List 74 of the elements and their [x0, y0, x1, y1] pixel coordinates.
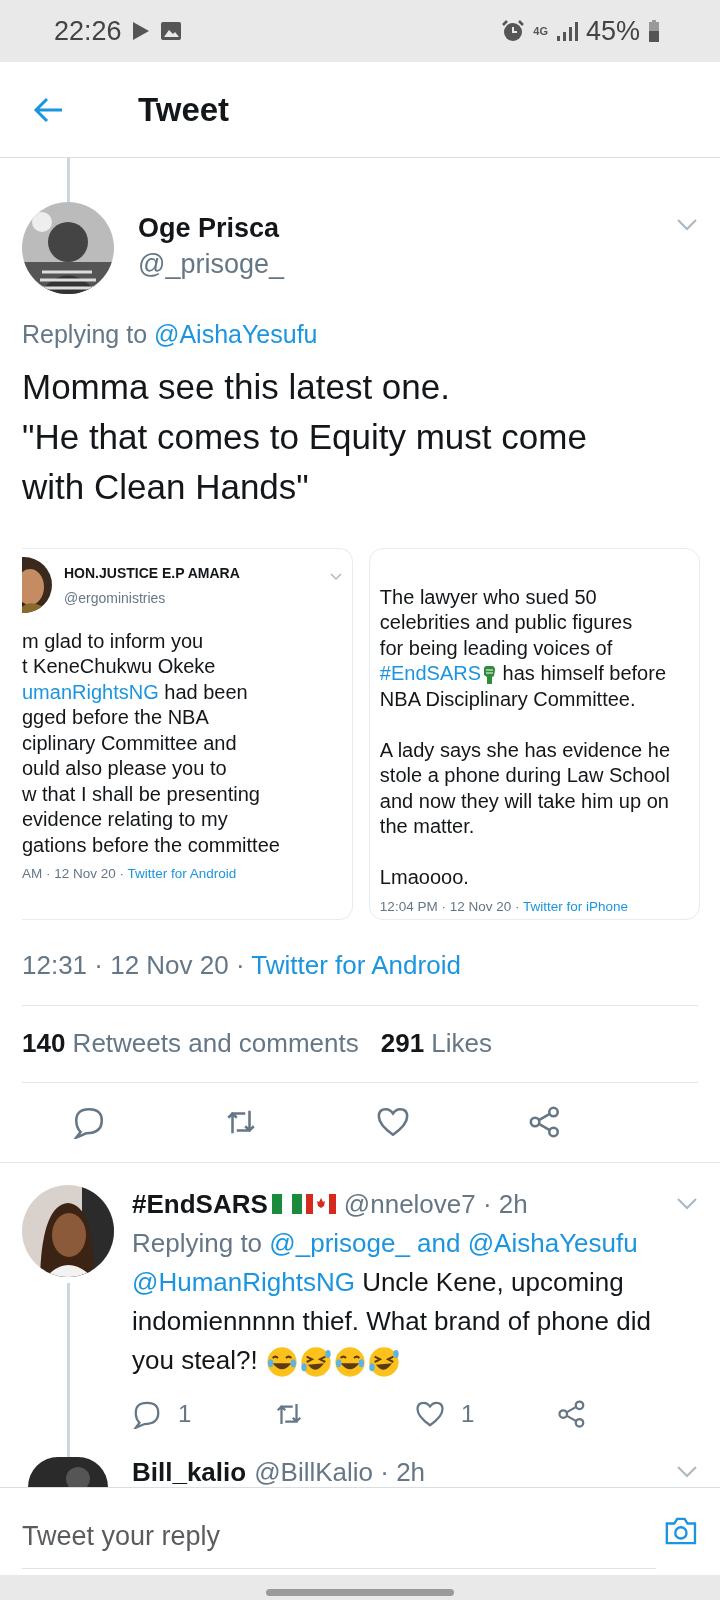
- heart-button[interactable]: [376, 1105, 410, 1139]
- share-button[interactable]: [528, 1105, 562, 1139]
- mention-link[interactable]: @AishaYesufu: [154, 320, 318, 348]
- embedded-tweet-line: NBA Disciplinary Committee.: [379, 686, 637, 712]
- back-arrow-icon: [32, 95, 64, 124]
- laughing-face-icon: [334, 1345, 366, 1378]
- embedded-tweet-line: gations before the committee: [22, 832, 281, 858]
- flag-icon: [305, 1193, 336, 1215]
- heart-icon: [376, 1105, 410, 1139]
- share-icon: [556, 1398, 587, 1429]
- reply-text: @HumanRightsNG Uncle Kene, upcoming indomiennnnn thief. What brand of phone did you steal?!: [132, 1262, 698, 1380]
- embedded-tweet-line: A lady says she has evidence he: [379, 737, 672, 763]
- embedded-author-name: HON.JUSTICE E.P AMARA: [64, 563, 241, 583]
- battery-icon: [648, 19, 660, 43]
- embedded-tweet-line: umanRightsNG had been: [22, 679, 249, 705]
- embedded-tweet-line: celebrities and public figures: [379, 610, 634, 635]
- share-button[interactable]: [556, 1398, 587, 1429]
- mention-link[interactable]: @_prisoge_ and @AishaYesufu: [269, 1227, 638, 1258]
- embedded-tweet-line: gged before the NBA: [22, 705, 210, 730]
- hashtag-link[interactable]: #EndSARS: [379, 662, 482, 684]
- tweet-timestamp: 12:31 · 12 Nov 20 · Twitter for Android: [21, 948, 462, 982]
- fist-icon: [482, 664, 497, 685]
- camera-icon[interactable]: [664, 1515, 698, 1547]
- signal-icon: [555, 20, 578, 42]
- tweet-text: Momma see this latest one. "He that comes to Equity must come with Clean Hands": [21, 365, 588, 508]
- embedded-tweet-line: #EndSARS has himself before: [379, 661, 667, 687]
- page-title: Tweet: [138, 89, 230, 130]
- author-name: Bill_kalio: [132, 1456, 247, 1487]
- embedded-tweet-line: ould also please you to: [22, 756, 228, 781]
- status-time: 22:26: [54, 14, 122, 48]
- embedded-tweet-meta: AM · 12 Nov 20 · Twitter for Android: [22, 865, 238, 883]
- laughing-face-icon: [300, 1345, 332, 1378]
- embedded-tweet-line: The lawyer who sued 50: [379, 584, 598, 610]
- embedded-tweet-line: Lmaoooo.: [379, 865, 470, 890]
- embedded-tweet-line: for being leading voices of: [379, 635, 614, 661]
- source-link[interactable]: Twitter for iPhone: [522, 898, 628, 914]
- embedded-author-handle: @ergoministries: [64, 588, 167, 608]
- chevron-down-icon: [329, 572, 342, 581]
- source-link[interactable]: Twitter for Android: [251, 949, 461, 980]
- embedded-tweet-line: stole a phone during Law School: [379, 763, 672, 788]
- image-icon: [159, 20, 182, 42]
- embedded-tweet-line: evidence relating to my: [22, 807, 229, 832]
- back-button[interactable]: [32, 95, 64, 124]
- reply-button[interactable]: 1: [132, 1395, 192, 1432]
- flag-icon: [271, 1193, 302, 1215]
- author-handle: @nnelove7 · 2h: [343, 1187, 528, 1221]
- reply-icon: [72, 1105, 106, 1139]
- author-handle: @_prisoge_: [138, 248, 286, 281]
- embedded-tweet-line: m glad to inform you: [22, 628, 205, 654]
- heart-button[interactable]: 1: [415, 1395, 475, 1432]
- author-name: #EndSARS: [132, 1187, 268, 1221]
- hashtag-link[interactable]: umanRightsNG: [22, 680, 159, 703]
- stat-link[interactable]: 291 Likes: [380, 1024, 493, 1063]
- home-handle[interactable]: [266, 1588, 454, 1596]
- laughing-face-icon: [368, 1345, 400, 1378]
- embedded-tweet-line: and now they will take him up on: [379, 788, 670, 814]
- reply-button[interactable]: [72, 1105, 106, 1139]
- author-handle: @BillKalio · 2h: [254, 1456, 426, 1487]
- author-name: Oge Prisca: [138, 212, 281, 245]
- replying-to-text: Replying to @_prisoge_ and @AishaYesufu: [132, 1226, 639, 1260]
- embedded-tweet-meta: 12:04 PM · 12 Nov 20 · Twitter for iPhone: [379, 897, 629, 916]
- replying-to-text: Replying to @AishaYesufu: [21, 319, 319, 350]
- alarm-icon: [501, 19, 526, 43]
- battery-level: 45%: [585, 14, 640, 48]
- stat-link[interactable]: 140 Retweets and comments: [22, 1024, 359, 1063]
- mention-link[interactable]: @HumanRightsNG: [132, 1266, 355, 1297]
- embedded-tweet-line: ciplinary Committee and: [22, 730, 238, 756]
- embedded-tweet-line: w that I shall be presenting: [22, 781, 261, 807]
- embedded-tweet-line: the matter.: [379, 814, 476, 839]
- network-label: 4G: [533, 25, 548, 37]
- source-link[interactable]: Twitter for Android: [127, 866, 237, 881]
- share-icon: [528, 1105, 562, 1139]
- laughing-face-icon: [266, 1345, 298, 1378]
- embedded-tweet-line: t KeneChukwu Okeke: [22, 654, 217, 679]
